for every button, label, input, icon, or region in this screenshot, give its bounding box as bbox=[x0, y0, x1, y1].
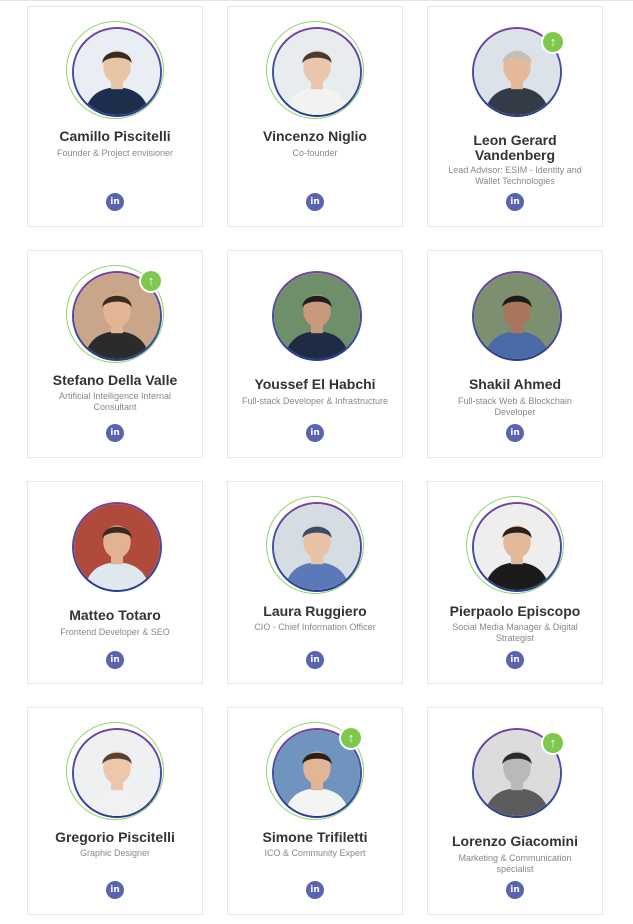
member-role: Co-founder bbox=[292, 148, 338, 158]
team-card: Laura Ruggiero CIO - Chief Information O… bbox=[227, 481, 403, 684]
linkedin-icon[interactable]: in bbox=[306, 881, 324, 899]
team-card: Vincenzo Niglio Co-founder in bbox=[227, 6, 403, 227]
linkedin-icon[interactable]: in bbox=[106, 651, 124, 669]
member-role: ICO & Community Expert bbox=[264, 848, 366, 858]
avatar bbox=[72, 502, 162, 592]
member-role: CIO - Chief Information Officer bbox=[254, 622, 376, 632]
member-role: Artificial Intelligence Internal Consult… bbox=[58, 391, 172, 412]
member-name: Vincenzo Niglio bbox=[263, 128, 367, 144]
member-name: Laura Ruggiero bbox=[263, 603, 367, 619]
arrow-up-icon: ↑ bbox=[341, 728, 361, 748]
avatar bbox=[272, 27, 362, 117]
member-name: Gregorio Piscitelli bbox=[55, 829, 175, 845]
top-divider bbox=[0, 0, 633, 1]
team-card: ↑ Simone Trifiletti ICO & Community Expe… bbox=[227, 707, 403, 915]
member-name: Lorenzo Giacomini bbox=[451, 833, 578, 849]
avatar bbox=[72, 728, 162, 818]
linkedin-icon[interactable]: in bbox=[506, 424, 524, 442]
arrow-up-icon: ↑ bbox=[141, 271, 161, 291]
linkedin-icon[interactable]: in bbox=[306, 424, 324, 442]
member-name: Matteo Totaro bbox=[69, 607, 161, 623]
member-name: Shakil Ahmed bbox=[468, 376, 562, 392]
member-name: Youssef El Habchi bbox=[254, 376, 376, 392]
team-card: ↑ Lorenzo Giacomini Marketing & Communic… bbox=[427, 707, 603, 915]
arrow-up-icon: ↑ bbox=[543, 32, 563, 52]
avatar bbox=[272, 271, 362, 361]
team-card: Gregorio Piscitelli Graphic Designer in bbox=[27, 707, 203, 915]
linkedin-icon[interactable]: in bbox=[306, 193, 324, 211]
member-role: Full-stack Developer & Infrastructure bbox=[241, 396, 389, 406]
member-role: Marketing & Communication specialist bbox=[458, 853, 572, 874]
team-card: Youssef El Habchi Full-stack Developer &… bbox=[227, 250, 403, 458]
member-role: Social Media Manager & Digital Strategis… bbox=[452, 622, 578, 643]
linkedin-icon[interactable]: in bbox=[106, 193, 124, 211]
avatar bbox=[272, 502, 362, 592]
arrow-up-icon: ↑ bbox=[543, 733, 563, 753]
member-name: Camillo Piscitelli bbox=[59, 128, 171, 144]
linkedin-icon[interactable]: in bbox=[106, 881, 124, 899]
avatar bbox=[472, 502, 562, 592]
linkedin-icon[interactable]: in bbox=[506, 881, 524, 899]
avatar bbox=[72, 27, 162, 117]
team-card: Shakil Ahmed Full-stack Web & Blockchain… bbox=[427, 250, 603, 458]
member-name: Stefano Della Valle bbox=[52, 372, 178, 388]
member-role: Frontend Developer & SEO bbox=[60, 627, 170, 637]
member-role: Full-stack Web & Blockchain Developer bbox=[458, 396, 572, 417]
linkedin-icon[interactable]: in bbox=[106, 424, 124, 442]
team-card: Matteo Totaro Frontend Developer & SEO i… bbox=[27, 481, 203, 684]
linkedin-icon[interactable]: in bbox=[306, 651, 324, 669]
team-card: Camillo Piscitelli Founder & Project env… bbox=[27, 6, 203, 227]
avatar bbox=[472, 271, 562, 361]
member-name: Simone Trifiletti bbox=[262, 829, 368, 845]
linkedin-icon[interactable]: in bbox=[506, 651, 524, 669]
linkedin-icon[interactable]: in bbox=[506, 193, 524, 211]
member-name: Leon Gerard Vandenberg bbox=[473, 132, 557, 163]
member-role: Lead Advisor: ESIM - Identity and Wallet… bbox=[448, 165, 582, 186]
member-role: Graphic Designer bbox=[79, 848, 151, 858]
member-role: Founder & Project envisioner bbox=[56, 148, 174, 158]
team-card: Pierpaolo Episcopo Social Media Manager … bbox=[427, 481, 603, 684]
team-card: ↑ Stefano Della Valle Artificial Intelli… bbox=[27, 250, 203, 458]
team-card: ↑ Leon Gerard Vandenberg Lead Advisor: E… bbox=[427, 6, 603, 227]
member-name: Pierpaolo Episcopo bbox=[449, 603, 581, 619]
